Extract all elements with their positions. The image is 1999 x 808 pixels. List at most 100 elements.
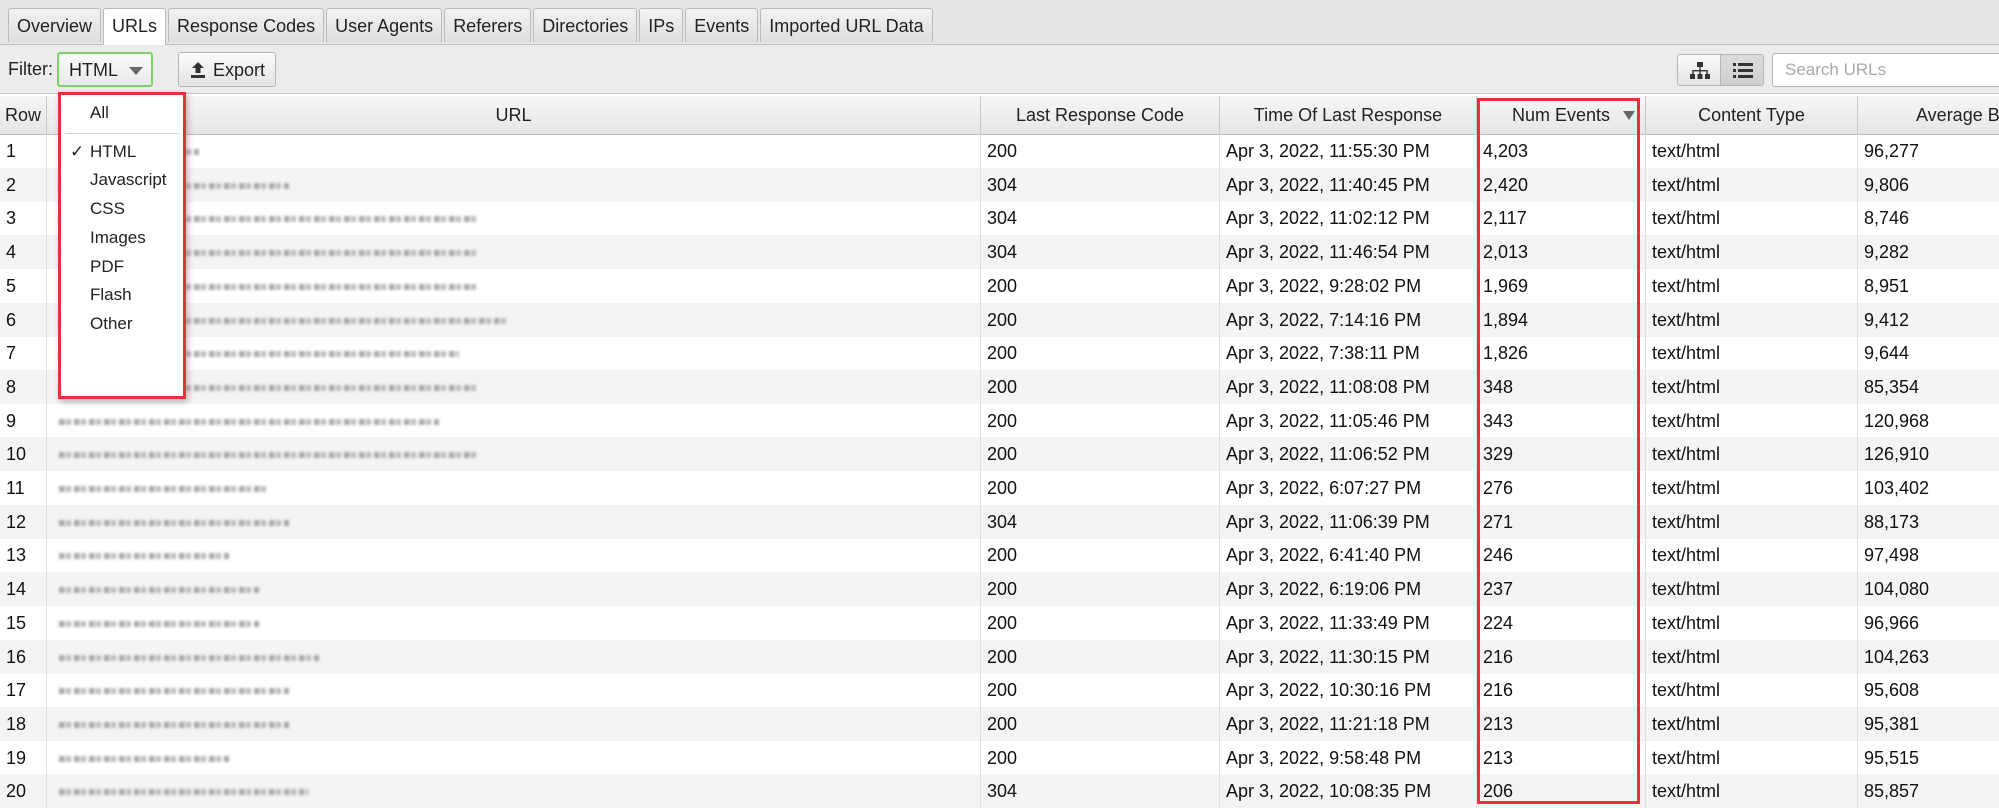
table-row[interactable]: 10 200 Apr 3, 2022, 11:06:52 PM 329 text/htm…	[0, 437, 1999, 472]
time-cell: Apr 3, 2022, 11:06:39 PM	[1220, 504, 1477, 539]
average-bytes-cell: 97,498	[1858, 538, 1999, 572]
time-cell: Apr 3, 2022, 7:14:16 PM	[1220, 302, 1477, 337]
column-header-label: Num Events	[1511, 105, 1611, 125]
table-row[interactable]: 18 200 Apr 3, 2022, 11:21:18 PM 213 text/htm…	[0, 706, 1999, 741]
tab-response-codes[interactable]: Response Codes	[168, 8, 325, 42]
average-bytes-cell: 95,381	[1858, 707, 1999, 741]
average-bytes-cell: 85,857	[1858, 774, 1999, 808]
time-cell: Apr 3, 2022, 11:55:30 PM	[1220, 134, 1477, 168]
table-row[interactable]: 15 200 Apr 3, 2022, 11:33:49 PM 224 text/htm…	[0, 605, 1999, 640]
num-events-cell: 216	[1477, 673, 1646, 708]
url-cell	[47, 639, 981, 674]
time-of-last-response-column-header[interactable]: Time Of Last Response	[1220, 96, 1477, 134]
content-type-column-header[interactable]: Content Type	[1646, 96, 1858, 134]
tab-referers[interactable]: Referers	[444, 8, 532, 42]
response-code-cell: 304	[981, 504, 1220, 539]
time-cell: Apr 3, 2022, 6:41:40 PM	[1220, 538, 1477, 573]
table-row[interactable]: 6 200 Apr 3, 2022, 7:14:16 PM 1,894 text/htm…	[0, 302, 1999, 337]
tab-user-agents[interactable]: User Agents	[326, 8, 443, 42]
chevron-down-icon	[129, 67, 143, 75]
row-number-cell: 20	[0, 774, 47, 808]
column-header-label: URL	[495, 105, 532, 125]
table-row[interactable]: 8 200 Apr 3, 2022, 11:08:08 PM 348 text/html…	[0, 369, 1999, 404]
num-events-cell: 348	[1477, 369, 1646, 404]
table-row[interactable]: 17 200 Apr 3, 2022, 10:30:16 PM 216 text/htm…	[0, 673, 1999, 708]
table-row[interactable]: 2 304 Apr 3, 2022, 11:40:45 PM 2,420 text/ht…	[0, 167, 1999, 202]
average-bytes-cell: 9,282	[1858, 235, 1999, 269]
time-cell: Apr 3, 2022, 11:30:15 PM	[1220, 639, 1477, 674]
average-bytes-cell: 88,173	[1858, 505, 1999, 539]
table-row[interactable]: 3 304 Apr 3, 2022, 11:02:12 PM 2,117 text/ht…	[0, 201, 1999, 236]
url-cell	[47, 605, 981, 640]
url-cell	[47, 167, 981, 202]
table-row[interactable]: 13 200 Apr 3, 2022, 6:41:40 PM 246 text/html…	[0, 538, 1999, 573]
tab-directories[interactable]: Directories	[533, 8, 638, 42]
row-number-cell: 10	[0, 437, 47, 472]
tab-ips[interactable]: IPs	[639, 8, 684, 42]
url-column-header[interactable]: URL	[47, 96, 981, 134]
time-cell: Apr 3, 2022, 11:02:12 PM	[1220, 201, 1477, 236]
table-row[interactable]: 19 200 Apr 3, 2022, 9:58:48 PM 213 text/html…	[0, 740, 1999, 775]
redacted-url	[59, 654, 319, 661]
table-row[interactable]: 14 200 Apr 3, 2022, 6:19:06 PM 237 text/html…	[0, 572, 1999, 607]
list-view-button[interactable]	[1720, 54, 1764, 86]
menu-item-label: All	[90, 103, 109, 122]
average-bytes-cell: 9,806	[1858, 168, 1999, 202]
row-column-header[interactable]: Row	[0, 96, 47, 134]
redacted-url	[59, 721, 289, 728]
row-number-cell: 3	[0, 201, 47, 236]
response-code-cell: 200	[981, 572, 1220, 607]
num-events-cell: 216	[1477, 639, 1646, 674]
menu-item-all[interactable]: All	[61, 95, 183, 131]
tab-overview[interactable]: Overview	[8, 8, 102, 42]
time-cell: Apr 3, 2022, 6:07:27 PM	[1220, 471, 1477, 505]
search-input[interactable]	[1772, 53, 1999, 87]
url-cell	[47, 471, 981, 505]
table-row[interactable]: 4 304 Apr 3, 2022, 11:46:54 PM 2,013 text/ht…	[0, 235, 1999, 270]
url-cell	[47, 673, 981, 708]
num-events-cell: 246	[1477, 538, 1646, 573]
num-events-cell: 224	[1477, 605, 1646, 640]
table-row[interactable]: 11 200 Apr 3, 2022, 6:07:27 PM 276 text/html…	[0, 471, 1999, 505]
tab-urls[interactable]: URLs	[103, 8, 167, 45]
menu-item-other[interactable]: Other	[61, 306, 183, 342]
average-bytes-column-header[interactable]: Average Byte	[1858, 96, 1999, 134]
content-type-cell: text/html	[1646, 673, 1858, 708]
response-code-cell: 200	[981, 134, 1220, 168]
response-code-cell: 200	[981, 673, 1220, 708]
row-number-cell: 11	[0, 471, 47, 505]
table-row[interactable]: 20 304 Apr 3, 2022, 10:08:35 PM 206 text/htm…	[0, 774, 1999, 808]
table-row[interactable]: 1 200 Apr 3, 2022, 11:55:30 PM 4,203 text/ht…	[0, 134, 1999, 168]
time-cell: Apr 3, 2022, 11:40:45 PM	[1220, 167, 1477, 202]
content-type-cell: text/html	[1646, 134, 1858, 168]
table-row[interactable]: 5 200 Apr 3, 2022, 9:28:02 PM 1,969 text/htm…	[0, 268, 1999, 303]
table-row[interactable]: 12 304 Apr 3, 2022, 11:06:39 PM 271 text/htm…	[0, 504, 1999, 539]
num-events-cell: 1,826	[1477, 336, 1646, 371]
filter-dropdown[interactable]: HTML	[57, 52, 153, 87]
average-bytes-cell: 9,644	[1858, 336, 1999, 370]
table-row[interactable]: 7 200 Apr 3, 2022, 7:38:11 PM 1,826 text/htm…	[0, 336, 1999, 371]
last-response-code-column-header[interactable]: Last Response Code	[981, 96, 1220, 134]
row-number-cell: 5	[0, 268, 47, 303]
table-row[interactable]: 9 200 Apr 3, 2022, 11:05:46 PM 343 text/html…	[0, 403, 1999, 438]
content-type-cell: text/html	[1646, 538, 1858, 573]
redacted-url	[59, 789, 309, 796]
redacted-url	[59, 620, 259, 627]
redacted-url	[59, 418, 439, 425]
num-events-cell: 2,420	[1477, 167, 1646, 202]
url-cell	[47, 369, 981, 404]
num-events-column-header[interactable]: Num Events	[1477, 96, 1646, 134]
tab-imported-url-data[interactable]: Imported URL Data	[760, 8, 933, 42]
column-header-label: Time Of Last Response	[1253, 105, 1443, 125]
table-row[interactable]: 16 200 Apr 3, 2022, 11:30:15 PM 216 text/htm…	[0, 639, 1999, 674]
tab-events[interactable]: Events	[685, 8, 759, 42]
column-header-label: Row	[4, 105, 41, 125]
content-type-cell: text/html	[1646, 437, 1858, 472]
tabs: Overview URLs Response Codes User Agents Ref…	[8, 8, 935, 45]
export-button[interactable]: Export	[178, 52, 276, 87]
row-number-cell: 1	[0, 134, 47, 168]
average-bytes-cell: 8,951	[1858, 269, 1999, 303]
url-cell	[47, 268, 981, 303]
tree-view-button[interactable]	[1677, 54, 1721, 86]
content-type-cell: text/html	[1646, 605, 1858, 640]
